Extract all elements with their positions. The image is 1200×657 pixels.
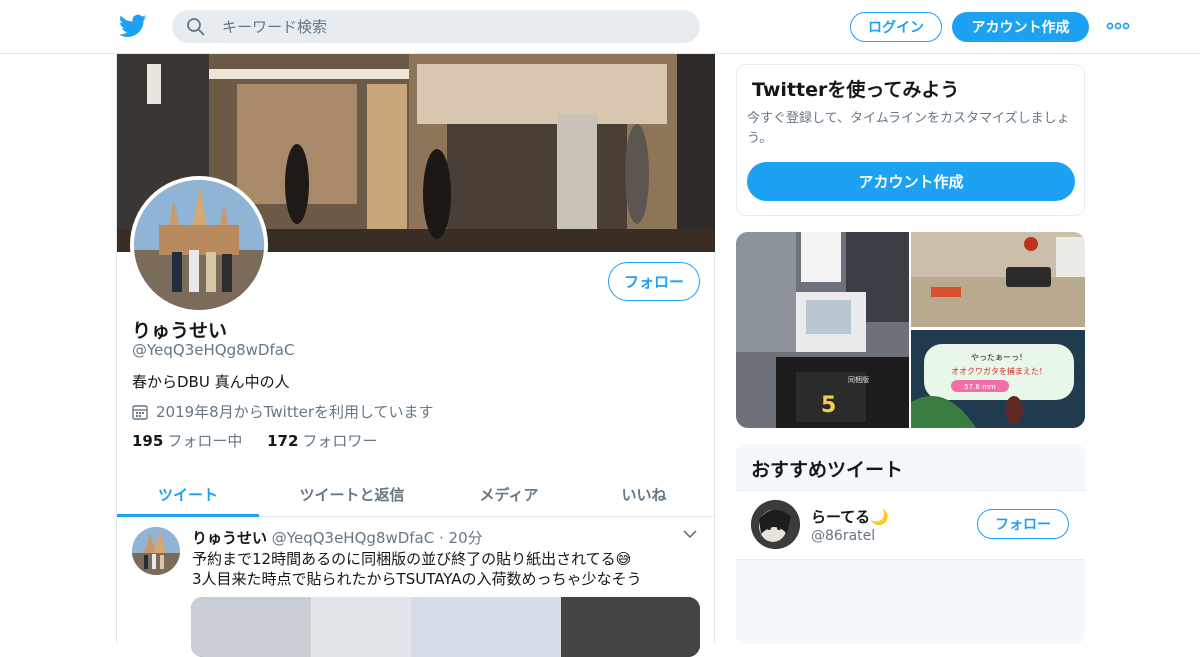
top-navigation-bar: ログイン アカウント作成 [0, 0, 1200, 54]
calendar-icon [132, 404, 148, 420]
tweet-media-image[interactable] [191, 597, 700, 657]
signup-card-description: 今すぐ登録して、タイムラインをカスタマイズしましょう。 [747, 111, 1070, 146]
tweet-item[interactable]: りゅうせい @YeqQ3eHQg8wDfaC · 20分 予約まで12時間あるの… [117, 517, 715, 657]
tab-likes[interactable]: いいね [573, 472, 715, 517]
signup-button[interactable]: アカウント作成 [952, 12, 1089, 42]
signup-card: Twitterを使ってみよう 今すぐ登録して、タイムラインをカスタマイズしましょ… [736, 64, 1085, 216]
profile-name: りゅうせい [132, 320, 228, 342]
game-dialog-line2: オオクワガタを捕まえた！ [951, 366, 1047, 376]
tab-tweets-replies[interactable]: ツイートと返信 [259, 472, 445, 517]
recommended-user-name[interactable]: らーてる🌙 [811, 506, 889, 527]
tweet-author-handle[interactable]: @YeqQ3eHQg8wDfaC [272, 529, 434, 547]
recommended-follow-button[interactable]: フォロー [977, 509, 1069, 539]
tweet-text-line: 予約まで12時間あるのに同梱版の並び終了の貼り紙出されてる😅 [192, 550, 632, 568]
media-photo-grid[interactable]: 5 同梱版 やったぁーっ！ オオクワガタを捕まえた！ 57.8 mm [736, 232, 1085, 428]
avatar-castle-photo [134, 180, 264, 310]
recommended-title: おすすめツイート [751, 459, 904, 481]
recommended-tweets-card: おすすめツイート らーてる🌙 @86ratel フォロー [736, 444, 1085, 644]
follow-button[interactable]: フォロー [608, 262, 700, 301]
profile-handle[interactable]: @YeqQ3eHQg8wDfaC [132, 341, 294, 359]
twitter-bird-icon[interactable] [118, 12, 148, 40]
search-box[interactable] [172, 10, 700, 43]
recommended-user-avatar[interactable] [751, 500, 800, 549]
tweet-text-line: 3人目来た時点で貼られたからTSUTAYAの入荷数めっちゃ少なそう [192, 570, 642, 588]
followers-stat[interactable]: 172 フォロワー [267, 432, 377, 450]
signup-card-title: Twitterを使ってみよう [752, 79, 960, 101]
recommended-user-row[interactable]: らーてる🌙 @86ratel フォロー [736, 490, 1085, 560]
profile-tabs: ツイート ツイートと返信 メディア いいね [117, 472, 715, 517]
photo-sign-number: 5 [821, 393, 836, 418]
avatar-castle-photo-small [132, 527, 180, 575]
profile-avatar[interactable] [130, 176, 268, 314]
search-input[interactable] [222, 17, 662, 36]
follow-stats: 195 フォロー中 172 フォロワー [132, 430, 377, 451]
chevron-down-icon[interactable] [683, 529, 697, 539]
tweet-time[interactable]: · 20分 [439, 529, 483, 547]
tab-media[interactable]: メディア [445, 472, 573, 517]
tweet-header: りゅうせい @YeqQ3eHQg8wDfaC · 20分 [192, 527, 483, 548]
signup-card-button[interactable]: アカウント作成 [747, 162, 1075, 201]
profile-bio: 春からDBU 真ん中の人 [132, 373, 290, 391]
search-icon [187, 17, 205, 35]
photo-sign-text: 同梱版 [848, 375, 869, 384]
login-button[interactable]: ログイン [850, 12, 942, 42]
game-dialog-size: 57.8 mm [964, 383, 996, 391]
recommended-user-handle[interactable]: @86ratel [811, 528, 875, 544]
avatar-illustration [751, 500, 800, 549]
tab-tweets[interactable]: ツイート [117, 472, 259, 517]
tweet-text: 予約まで12時間あるのに同梱版の並び終了の貼り紙出されてる😅 3人目来た時点で貼… [192, 549, 642, 589]
more-dots-icon[interactable] [1106, 19, 1130, 33]
joined-date: 2019年8月からTwitterを利用しています [132, 401, 434, 422]
following-stat[interactable]: 195 フォロー中 [132, 432, 242, 450]
tweet-avatar[interactable] [132, 527, 180, 575]
game-dialog-line1: やったぁーっ！ [971, 353, 1027, 362]
tweet-author-name[interactable]: りゅうせい [192, 529, 267, 547]
joined-text: 2019年8月からTwitterを利用しています [156, 403, 434, 421]
profile-column: フォロー りゅうせい @YeqQ3eHQg8wDfaC 春からDBU 真ん中の人… [116, 54, 715, 657]
